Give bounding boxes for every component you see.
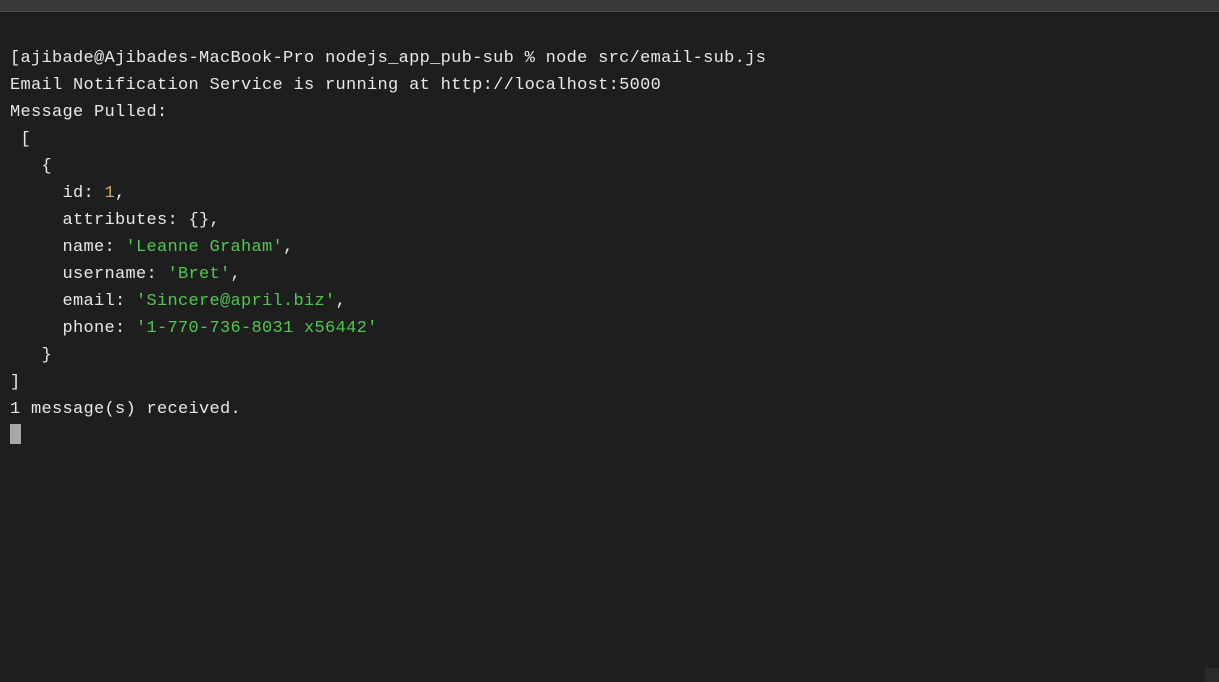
output-array-open: [: [10, 130, 31, 149]
prompt-bracket: [: [10, 49, 21, 68]
prompt-symbol: %: [525, 49, 536, 68]
prompt-command: node src/email-sub.js: [546, 49, 767, 68]
output-attributes-line: attributes: {},: [10, 211, 220, 230]
output-object-open: {: [10, 157, 52, 176]
window-titlebar: [0, 0, 1219, 12]
output-name-line: name: 'Leanne Graham',: [10, 238, 294, 257]
output-comma: ,: [336, 292, 347, 311]
output-id-key: id:: [10, 184, 105, 203]
terminal-output[interactable]: [ajibade@Ajibades-MacBook-Pro nodejs_app…: [0, 12, 1219, 456]
output-email-line: email: 'Sincere@april.biz',: [10, 292, 346, 311]
output-array-close: ]: [10, 373, 21, 392]
output-comma: ,: [115, 184, 126, 203]
output-email-key: email:: [10, 292, 136, 311]
output-message-pulled: Message Pulled:: [10, 103, 168, 122]
output-object-close: }: [10, 346, 52, 365]
output-id-line: id: 1,: [10, 184, 126, 203]
output-id-value: 1: [105, 184, 116, 203]
output-service-running: Email Notification Service is running at…: [10, 76, 661, 95]
output-comma: ,: [231, 265, 242, 284]
output-phone-value: '1-770-736-8031 x56442': [136, 319, 378, 338]
output-email-value: 'Sincere@april.biz': [136, 292, 336, 311]
terminal-cursor: [10, 424, 21, 444]
scroll-corner: [1205, 668, 1219, 682]
output-username-line: username: 'Bret',: [10, 265, 241, 284]
output-phone-line: phone: '1-770-736-8031 x56442': [10, 319, 378, 338]
output-username-key: username:: [10, 265, 168, 284]
prompt-line: [ajibade@Ajibades-MacBook-Pro nodejs_app…: [10, 49, 766, 68]
output-username-value: 'Bret': [168, 265, 231, 284]
output-name-key: name:: [10, 238, 126, 257]
prompt-cwd: nodejs_app_pub-sub: [325, 49, 514, 68]
output-phone-key: phone:: [10, 319, 136, 338]
output-name-value: 'Leanne Graham': [126, 238, 284, 257]
output-received: 1 message(s) received.: [10, 400, 241, 419]
prompt-userhost: ajibade@Ajibades-MacBook-Pro: [21, 49, 315, 68]
output-comma: ,: [283, 238, 294, 257]
